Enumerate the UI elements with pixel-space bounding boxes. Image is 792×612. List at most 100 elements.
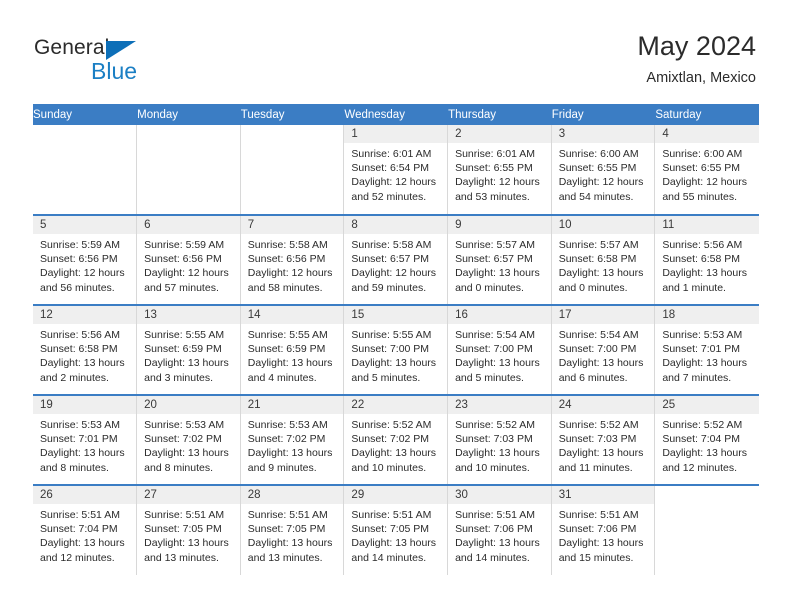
calendar-day-cell[interactable]: 17 Sunrise: 5:54 AM Sunset: 7:00 PM Dayligh… (551, 304, 656, 395)
daylight-text: Daylight: 13 hours and 0 minutes. (558, 267, 644, 294)
day-sun-info: Sunrise: 5:51 AM Sunset: 7:05 PM Daylight:… (344, 504, 447, 565)
calendar-day-cell[interactable]: 20 Sunrise: 5:53 AM Sunset: 7:02 PM Dayligh… (136, 394, 241, 485)
sunset-text: Sunset: 7:00 PM (455, 343, 533, 356)
calendar-day-cell[interactable]: 23 Sunrise: 5:52 AM Sunset: 7:03 PM Dayligh… (447, 394, 552, 485)
day-number: 15 (344, 306, 448, 324)
logo-text-general: General (34, 36, 110, 59)
sunset-text: Sunset: 6:55 PM (455, 162, 533, 175)
calendar-page: General Blue May 2024 Amixtlan, Mexico S… (0, 0, 792, 612)
sunset-text: Sunset: 7:06 PM (455, 523, 533, 536)
weekday-header-thursday: Thursday (447, 104, 552, 125)
day-sun-info: Sunrise: 5:54 AM Sunset: 7:00 PM Daylight:… (448, 324, 551, 385)
calendar-day-cell[interactable]: 30 Sunrise: 5:51 AM Sunset: 7:06 PM Dayligh… (447, 484, 552, 575)
calendar-day-cell[interactable]: 2 Sunrise: 6:01 AM Sunset: 6:55 PM Daylight… (447, 125, 552, 215)
day-number: 24 (551, 396, 655, 414)
day-sun-info: Sunrise: 6:01 AM Sunset: 6:54 PM Daylight:… (344, 143, 447, 204)
day-number: 1 (344, 125, 448, 143)
calendar-day-cell[interactable]: 21 Sunrise: 5:53 AM Sunset: 7:02 PM Dayligh… (240, 394, 345, 485)
day-number: 27 (137, 486, 240, 504)
calendar-day-cell[interactable]: 28 Sunrise: 5:51 AM Sunset: 7:05 PM Dayligh… (240, 484, 345, 575)
day-number: 31 (551, 486, 655, 504)
sunset-text: Sunset: 6:56 PM (144, 253, 222, 266)
calendar-day-cell[interactable]: 6 Sunrise: 5:59 AM Sunset: 6:56 PM Daylight… (136, 214, 241, 305)
calendar-day-cell[interactable]: 11 Sunrise: 5:56 AM Sunset: 6:58 PM Dayligh… (654, 214, 759, 305)
sunrise-text: Sunrise: 5:56 AM (40, 329, 120, 341)
calendar-day-cell[interactable]: 3 Sunrise: 6:00 AM Sunset: 6:55 PM Daylight… (551, 125, 656, 215)
daylight-text: Daylight: 12 hours and 54 minutes. (558, 176, 644, 203)
daylight-text: Daylight: 13 hours and 1 minute. (662, 267, 747, 294)
calendar-day-cell[interactable]: 13 Sunrise: 5:55 AM Sunset: 6:59 PM Dayligh… (136, 304, 241, 395)
calendar-day-cell[interactable]: 29 Sunrise: 5:51 AM Sunset: 7:05 PM Dayligh… (343, 484, 449, 575)
day-sun-info: Sunrise: 6:00 AM Sunset: 6:55 PM Daylight:… (552, 143, 655, 204)
sunrise-text: Sunrise: 5:56 AM (662, 239, 743, 251)
daylight-text: Daylight: 12 hours and 59 minutes. (351, 267, 437, 294)
sunrise-text: Sunrise: 5:51 AM (558, 509, 639, 521)
calendar-day-cell[interactable]: 1 Sunrise: 6:01 AM Sunset: 6:54 PM Daylight… (343, 125, 449, 215)
day-number (241, 125, 344, 143)
daylight-text: Daylight: 13 hours and 7 minutes. (662, 357, 747, 384)
weekday-header-sunday: Sunday (33, 104, 138, 125)
calendar-day-cell[interactable]: 14 Sunrise: 5:55 AM Sunset: 6:59 PM Dayligh… (240, 304, 345, 395)
day-number: 5 (33, 216, 137, 234)
sunrise-text: Sunrise: 5:59 AM (40, 239, 120, 251)
sunrise-text: Sunrise: 5:58 AM (351, 239, 432, 251)
day-number: 25 (655, 396, 759, 414)
sunset-text: Sunset: 7:02 PM (247, 433, 326, 446)
sunrise-text: Sunrise: 5:51 AM (247, 509, 328, 521)
sunset-text: Sunset: 6:54 PM (351, 162, 430, 175)
day-sun-info: Sunrise: 5:51 AM Sunset: 7:06 PM Daylight:… (552, 504, 655, 565)
daylight-text: Daylight: 13 hours and 6 minutes. (558, 357, 644, 384)
calendar-day-cell[interactable]: 19 Sunrise: 5:53 AM Sunset: 7:01 PM Dayligh… (33, 394, 138, 485)
day-number: 11 (655, 216, 759, 234)
day-number: 17 (551, 306, 655, 324)
sunrise-text: Sunrise: 5:51 AM (40, 509, 120, 521)
calendar-day-cell[interactable]: 24 Sunrise: 5:52 AM Sunset: 7:03 PM Dayligh… (551, 394, 656, 485)
sunset-text: Sunset: 7:00 PM (351, 343, 430, 356)
calendar-week-row: 12 Sunrise: 5:56 AM Sunset: 6:58 PM Dayligh… (33, 304, 759, 395)
sunset-text: Sunset: 7:01 PM (662, 343, 740, 356)
sunrise-text: Sunrise: 6:01 AM (455, 148, 536, 160)
calendar-day-cell[interactable]: 27 Sunrise: 5:51 AM Sunset: 7:05 PM Dayligh… (136, 484, 241, 575)
calendar-day-cell[interactable]: 10 Sunrise: 5:57 AM Sunset: 6:58 PM Dayligh… (551, 214, 656, 305)
day-number: 12 (33, 306, 137, 324)
calendar-day-cell[interactable]: 18 Sunrise: 5:53 AM Sunset: 7:01 PM Dayligh… (654, 304, 759, 395)
calendar-day-cell[interactable]: 7 Sunrise: 5:58 AM Sunset: 6:56 PM Daylight… (240, 214, 345, 305)
daylight-text: Daylight: 13 hours and 12 minutes. (662, 447, 747, 474)
calendar-day-cell[interactable]: 25 Sunrise: 5:52 AM Sunset: 7:04 PM Dayligh… (654, 394, 759, 485)
day-sun-info: Sunrise: 5:55 AM Sunset: 6:59 PM Daylight:… (241, 324, 344, 385)
day-number: 30 (448, 486, 551, 504)
calendar-day-cell[interactable]: 12 Sunrise: 5:56 AM Sunset: 6:58 PM Dayligh… (33, 304, 138, 395)
day-sun-info: Sunrise: 6:01 AM Sunset: 6:55 PM Daylight:… (448, 143, 551, 204)
daylight-text: Daylight: 13 hours and 10 minutes. (351, 447, 437, 474)
day-number: 22 (344, 396, 448, 414)
sunrise-text: Sunrise: 5:53 AM (662, 329, 743, 341)
day-number: 18 (655, 306, 759, 324)
calendar-day-cell[interactable]: 26 Sunrise: 5:51 AM Sunset: 7:04 PM Dayligh… (33, 484, 138, 575)
calendar-day-cell[interactable]: 31 Sunrise: 5:51 AM Sunset: 7:06 PM Dayligh… (551, 484, 656, 575)
calendar-day-cell[interactable]: 4 Sunrise: 6:00 AM Sunset: 6:55 PM Daylight… (654, 125, 759, 215)
day-sun-info: Sunrise: 5:51 AM Sunset: 7:04 PM Daylight:… (33, 504, 136, 565)
calendar-day-cell[interactable]: 8 Sunrise: 5:58 AM Sunset: 6:57 PM Daylight… (343, 214, 449, 305)
calendar-week-row: 19 Sunrise: 5:53 AM Sunset: 7:01 PM Dayligh… (33, 394, 759, 485)
calendar-day-cell-empty (654, 484, 759, 575)
sunrise-text: Sunrise: 6:01 AM (351, 148, 432, 160)
calendar-day-cell[interactable]: 16 Sunrise: 5:54 AM Sunset: 7:00 PM Dayligh… (447, 304, 552, 395)
daylight-text: Daylight: 13 hours and 15 minutes. (558, 537, 644, 564)
day-sun-info: Sunrise: 5:55 AM Sunset: 6:59 PM Daylight:… (137, 324, 240, 385)
day-sun-info: Sunrise: 5:56 AM Sunset: 6:58 PM Daylight:… (33, 324, 136, 385)
calendar-day-cell[interactable]: 15 Sunrise: 5:55 AM Sunset: 7:00 PM Dayligh… (343, 304, 449, 395)
day-sun-info: Sunrise: 5:51 AM Sunset: 7:05 PM Daylight:… (137, 504, 240, 565)
calendar-day-cell[interactable]: 5 Sunrise: 5:59 AM Sunset: 6:56 PM Daylight… (33, 214, 138, 305)
day-number: 21 (240, 396, 344, 414)
day-number: 3 (551, 125, 655, 143)
calendar-day-cell[interactable]: 22 Sunrise: 5:52 AM Sunset: 7:02 PM Dayligh… (343, 394, 449, 485)
calendar-day-cell-empty (240, 125, 345, 215)
sunset-text: Sunset: 7:03 PM (558, 433, 637, 446)
sunset-text: Sunset: 6:57 PM (351, 253, 430, 266)
day-sun-info: Sunrise: 5:53 AM Sunset: 7:02 PM Daylight:… (137, 414, 240, 475)
sunrise-text: Sunrise: 5:53 AM (247, 419, 328, 431)
calendar-day-cell[interactable]: 9 Sunrise: 5:57 AM Sunset: 6:57 PM Daylight… (447, 214, 552, 305)
title-block: May 2024 Amixtlan, Mexico (637, 31, 756, 87)
calendar-week-row: 26 Sunrise: 5:51 AM Sunset: 7:04 PM Dayligh… (33, 484, 759, 575)
sunrise-text: Sunrise: 5:55 AM (144, 329, 225, 341)
